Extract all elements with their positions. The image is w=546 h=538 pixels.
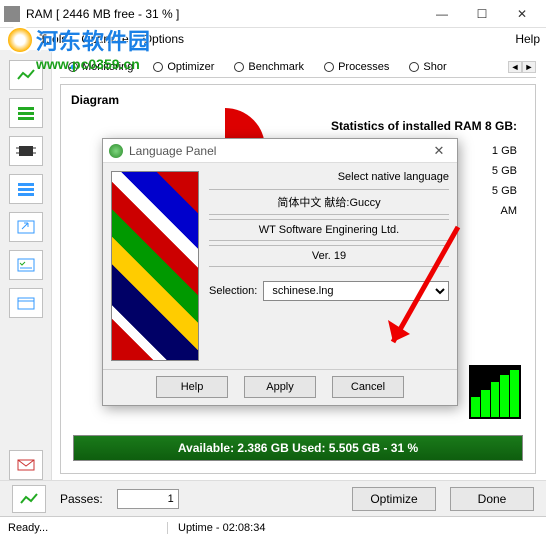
passes-input[interactable]	[117, 489, 179, 509]
stat-row: 1 GB	[492, 141, 517, 161]
titlebar: RAM [ 2446 MB free - 31 % ] — ☐ ✕	[0, 0, 546, 28]
tab-optimizer[interactable]: Optimizer	[145, 59, 222, 75]
sidebar-btn-3[interactable]	[9, 136, 43, 166]
dialog-apply-button[interactable]: Apply	[244, 376, 316, 398]
sidebar-btn-mail[interactable]	[9, 450, 43, 480]
chart-line-icon	[19, 491, 39, 507]
minimize-button[interactable]: —	[422, 0, 462, 28]
selection-dropdown[interactable]: schinese.lng	[263, 281, 449, 301]
tab-short[interactable]: Shor	[401, 59, 454, 75]
dialog-help-button[interactable]: Help	[156, 376, 228, 398]
radio-icon	[68, 62, 78, 72]
tab-nav-left[interactable]: ◄	[508, 61, 522, 73]
checklist-icon	[16, 257, 36, 273]
menu-help[interactable]: Help	[515, 32, 540, 46]
radio-icon	[234, 62, 244, 72]
radio-icon	[324, 62, 334, 72]
shortcut-icon	[16, 219, 36, 235]
dialog-line1: 简体中文 献给:Guccy	[209, 189, 449, 215]
dialog-title: Language Panel	[129, 144, 427, 158]
dialog-line2: WT Software Enginering Ltd.	[209, 219, 449, 241]
window-title: RAM [ 2446 MB free - 31 % ]	[26, 7, 422, 21]
optimize-button[interactable]: Optimize	[352, 487, 436, 511]
stat-row: 5 GB	[492, 161, 517, 181]
sidebar-btn-6[interactable]	[9, 250, 43, 280]
status-uptime: Uptime - 02:08:34	[168, 522, 538, 534]
mail-icon	[16, 457, 36, 473]
stats-title: Statistics of installed RAM 8 GB:	[331, 119, 517, 133]
passes-label: Passes:	[60, 492, 103, 506]
globe-icon	[109, 144, 123, 158]
menu-options[interactable]: Options	[143, 32, 184, 46]
sidebar-btn-2[interactable]	[9, 98, 43, 128]
bar-graph-icon	[469, 365, 521, 419]
dialog-close-button[interactable]: ✕	[427, 143, 451, 159]
menu-tools[interactable]: Tools	[39, 32, 67, 46]
language-dialog: Language Panel ✕ Select native language …	[102, 138, 458, 406]
rows-icon	[16, 181, 36, 197]
bottom-icon[interactable]	[12, 485, 46, 513]
sidebar-btn-5[interactable]	[9, 212, 43, 242]
stats-list: 1 GB 5 GB 5 GB AM	[492, 141, 517, 221]
bottom-bar: Passes: Optimize Done	[0, 480, 546, 516]
dialog-line3: Ver. 19	[209, 245, 449, 267]
chart-line-icon	[16, 67, 36, 83]
status-bar: Ready... Uptime - 02:08:34	[0, 516, 546, 538]
tab-nav-right[interactable]: ►	[522, 61, 536, 73]
sidebar-btn-4[interactable]	[9, 174, 43, 204]
menubar: File Tools Optimize Options Help	[0, 28, 546, 50]
radio-icon	[153, 62, 163, 72]
maximize-button[interactable]: ☐	[462, 0, 502, 28]
stat-row: 5 GB	[492, 181, 517, 201]
diagram-label: Diagram	[71, 93, 525, 107]
sidebar-btn-1[interactable]	[9, 60, 43, 90]
dialog-hint: Select native language	[338, 171, 449, 183]
dialog-cancel-button[interactable]: Cancel	[332, 376, 404, 398]
tabs: Monitoring Optimizer Benchmark Processes…	[60, 56, 536, 78]
menu-file[interactable]: File	[6, 32, 25, 46]
tab-benchmark[interactable]: Benchmark	[226, 59, 312, 75]
list-icon	[16, 105, 36, 121]
available-bar: Available: 2.386 GB Used: 5.505 GB - 31 …	[73, 435, 523, 461]
radio-icon	[409, 62, 419, 72]
dialog-titlebar: Language Panel ✕	[103, 139, 457, 163]
chip-icon	[16, 143, 36, 159]
tab-monitoring[interactable]: Monitoring	[60, 59, 141, 75]
menu-optimize[interactable]: Optimize	[81, 32, 128, 46]
sidebar	[0, 50, 52, 480]
calendar-icon	[16, 295, 36, 311]
selection-label: Selection:	[209, 285, 257, 297]
status-ready: Ready...	[8, 522, 168, 534]
stat-row: AM	[492, 201, 517, 221]
done-button[interactable]: Done	[450, 487, 534, 511]
flags-image-icon	[111, 171, 199, 361]
app-icon	[4, 6, 20, 22]
tab-processes[interactable]: Processes	[316, 59, 397, 75]
close-button[interactable]: ✕	[502, 0, 542, 28]
sidebar-btn-7[interactable]	[9, 288, 43, 318]
